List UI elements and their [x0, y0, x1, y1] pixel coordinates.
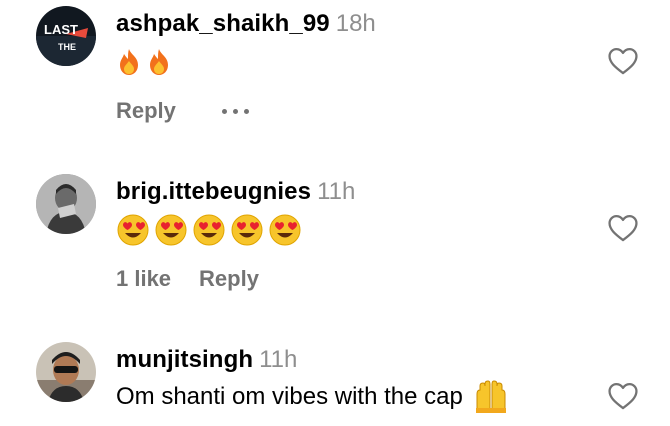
comment-text [116, 48, 172, 76]
fire-icon [120, 49, 138, 75]
avatar-image [36, 174, 96, 234]
avatar[interactable] [36, 174, 96, 234]
comment-actions: 1 like Reply [116, 266, 287, 292]
username[interactable]: ashpak_shaikh_99 [116, 10, 330, 37]
avatar-logo-text-bottom: THE [58, 42, 76, 52]
timestamp: 11h [317, 178, 356, 205]
heart-eyes-emoji [231, 214, 263, 246]
comment-actions: Reply [116, 98, 249, 124]
comment-text-content: Om shanti om vibes with the cap [116, 383, 463, 410]
comment-header: brig.ittebeugnies 11h [116, 178, 355, 206]
comment-text [116, 213, 302, 247]
comment-header: munjitsingh 11h [116, 346, 297, 374]
heart-eyes-emoji [155, 214, 187, 246]
username[interactable]: munjitsingh [116, 346, 253, 373]
raising-hands-emoji [475, 380, 506, 413]
more-options-button[interactable] [221, 108, 249, 114]
likes-count[interactable]: 1 like [116, 266, 171, 292]
reply-button[interactable]: Reply [116, 98, 176, 124]
avatar-image [36, 342, 96, 402]
like-heart-icon[interactable] [606, 211, 640, 245]
heart-eyes-emoji [193, 214, 225, 246]
reply-button[interactable]: Reply [199, 266, 259, 292]
like-heart-icon[interactable] [606, 44, 640, 78]
username[interactable]: brig.ittebeugnies [116, 178, 311, 205]
heart-eyes-emoji [117, 214, 149, 246]
avatar[interactable]: LAST THE [36, 6, 96, 66]
timestamp: 18h [335, 10, 376, 37]
like-heart-icon[interactable] [606, 379, 640, 413]
avatar-image: LAST THE [36, 6, 96, 66]
comment-header: ashpak_shaikh_99 18h [116, 10, 376, 38]
comment-text: Om shanti om vibes with the cap [116, 380, 509, 414]
timestamp: 11h [259, 346, 298, 373]
avatar[interactable] [36, 342, 96, 402]
heart-eyes-emoji [269, 214, 301, 246]
fire-icon [150, 49, 168, 75]
avatar-logo-text-top: LAST [44, 22, 78, 37]
